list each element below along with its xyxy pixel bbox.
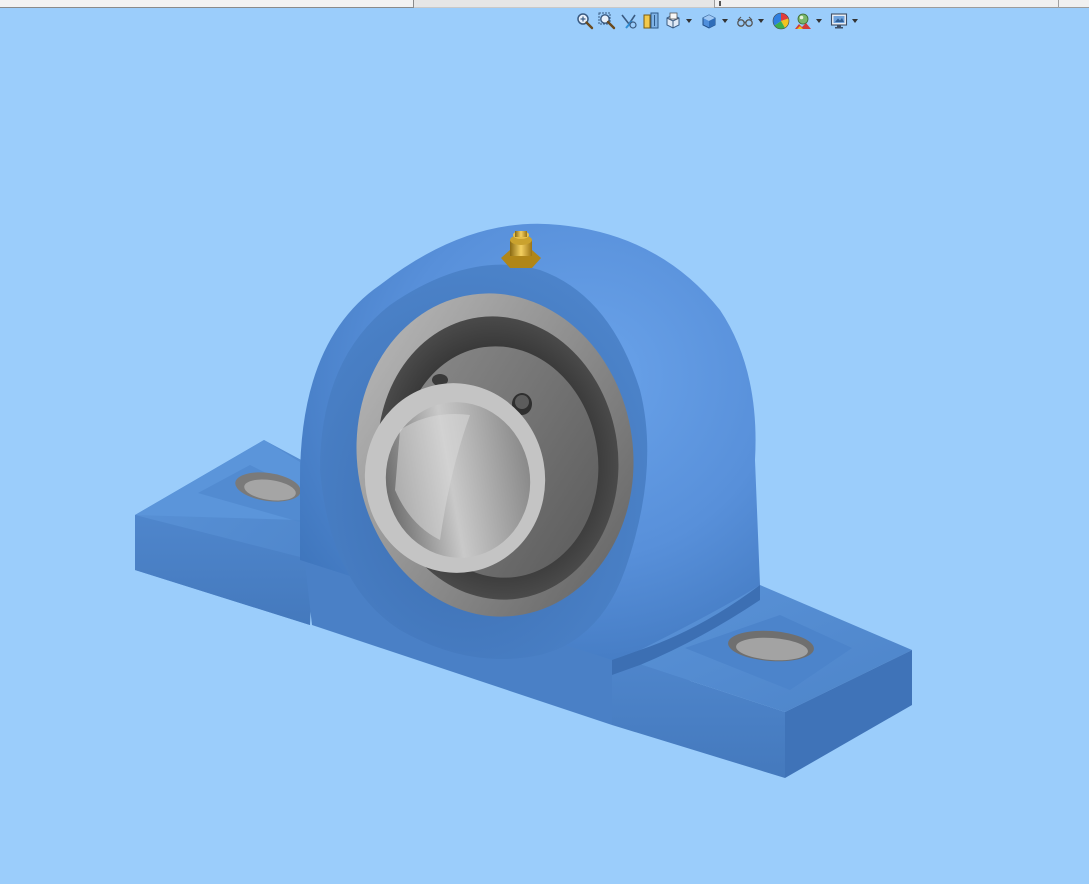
pillow-block-bearing-model[interactable] (0, 0, 1089, 884)
left-mounting-foot (135, 440, 320, 625)
graphics-viewport[interactable] (0, 0, 1089, 884)
